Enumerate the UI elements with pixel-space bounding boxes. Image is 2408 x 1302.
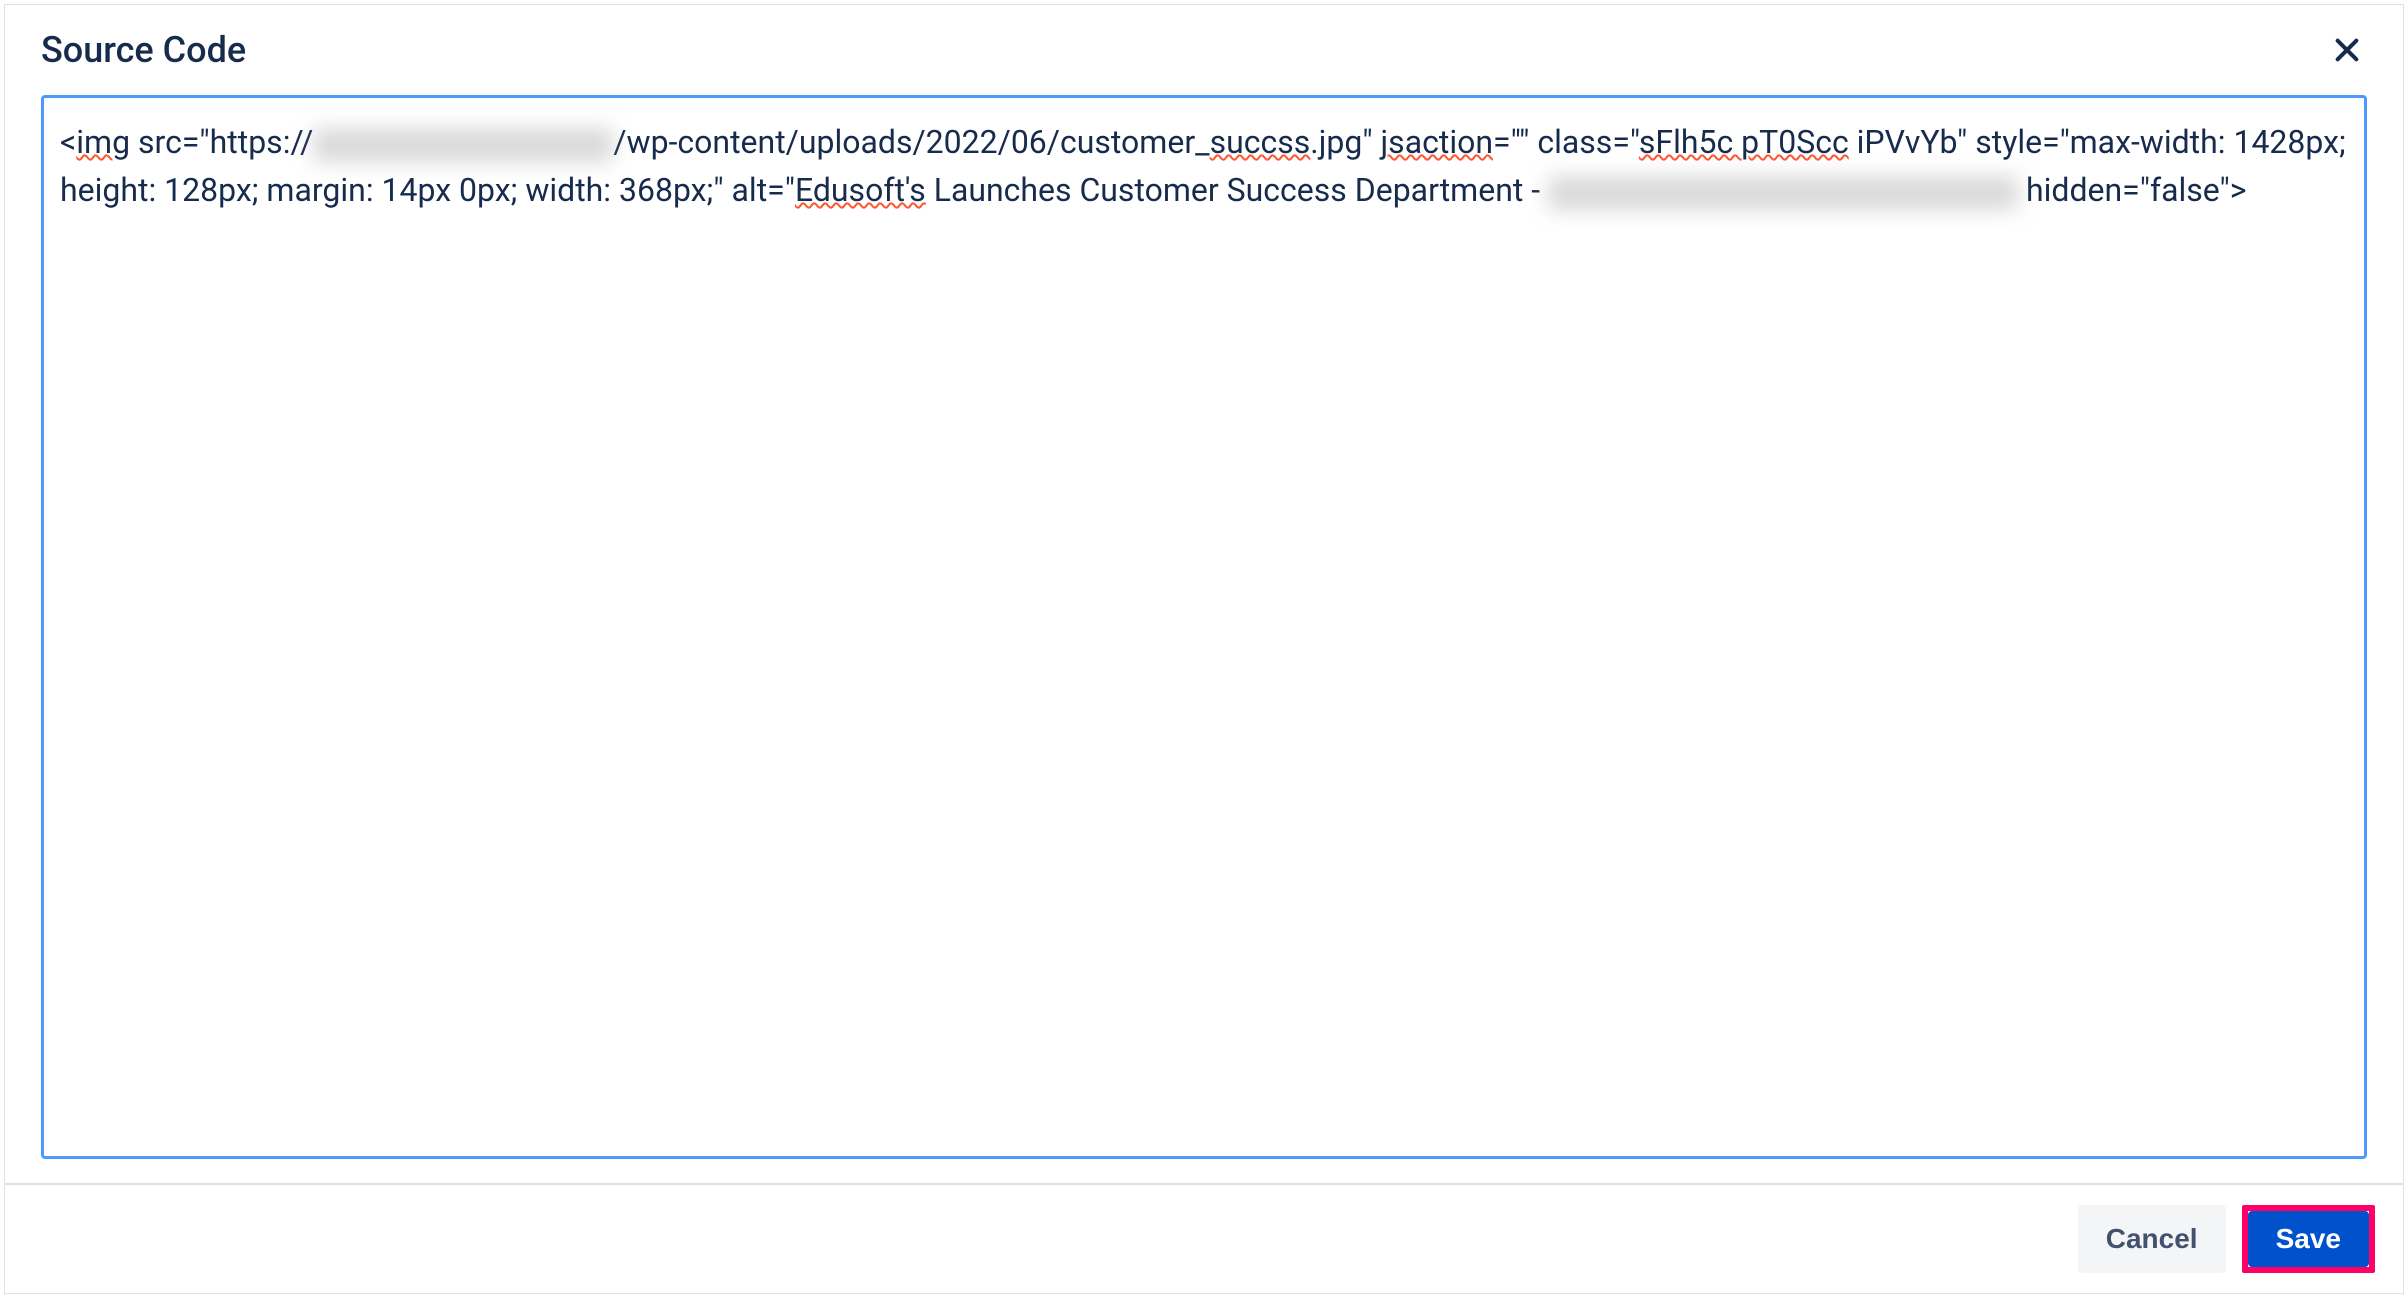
cancel-button[interactable]: Cancel bbox=[2078, 1205, 2226, 1273]
code-text: succss bbox=[1210, 123, 1311, 161]
close-button[interactable] bbox=[2327, 30, 2367, 70]
redacted-alt-suffix bbox=[1548, 176, 2018, 210]
close-icon bbox=[2331, 34, 2363, 66]
save-button-highlight: Save bbox=[2242, 1205, 2375, 1273]
modal-header: Source Code bbox=[5, 5, 2403, 83]
code-text: .jpg" bbox=[1310, 123, 1380, 161]
source-code-modal: Source Code <img src="https:// /wp-conten… bbox=[4, 4, 2404, 1294]
modal-body: <img src="https:// /wp-content/uploads/20… bbox=[5, 83, 2403, 1183]
code-text: ="" class=" bbox=[1493, 123, 1639, 161]
source-code-content: <img src="https:// /wp-content/uploads/20… bbox=[60, 118, 2348, 214]
code-text: /wp-content/uploads/2022/06/customer_ bbox=[613, 123, 1209, 161]
code-text: sFlh5c pT0Scc bbox=[1639, 123, 1849, 161]
code-text: src="https:// bbox=[130, 123, 313, 161]
code-text: Launches Customer Success Department - bbox=[926, 171, 1548, 209]
code-text: hidden="false"> bbox=[2026, 171, 2247, 209]
code-text: Edusoft's bbox=[795, 171, 926, 209]
redacted-domain bbox=[313, 128, 613, 162]
code-text: jsaction bbox=[1381, 123, 1494, 161]
modal-footer: Cancel Save bbox=[5, 1183, 2403, 1293]
code-text: < bbox=[60, 123, 76, 161]
code-text: img bbox=[76, 123, 130, 161]
save-button[interactable]: Save bbox=[2248, 1211, 2369, 1267]
source-code-textarea[interactable]: <img src="https:// /wp-content/uploads/20… bbox=[41, 95, 2367, 1159]
modal-title: Source Code bbox=[41, 29, 246, 71]
